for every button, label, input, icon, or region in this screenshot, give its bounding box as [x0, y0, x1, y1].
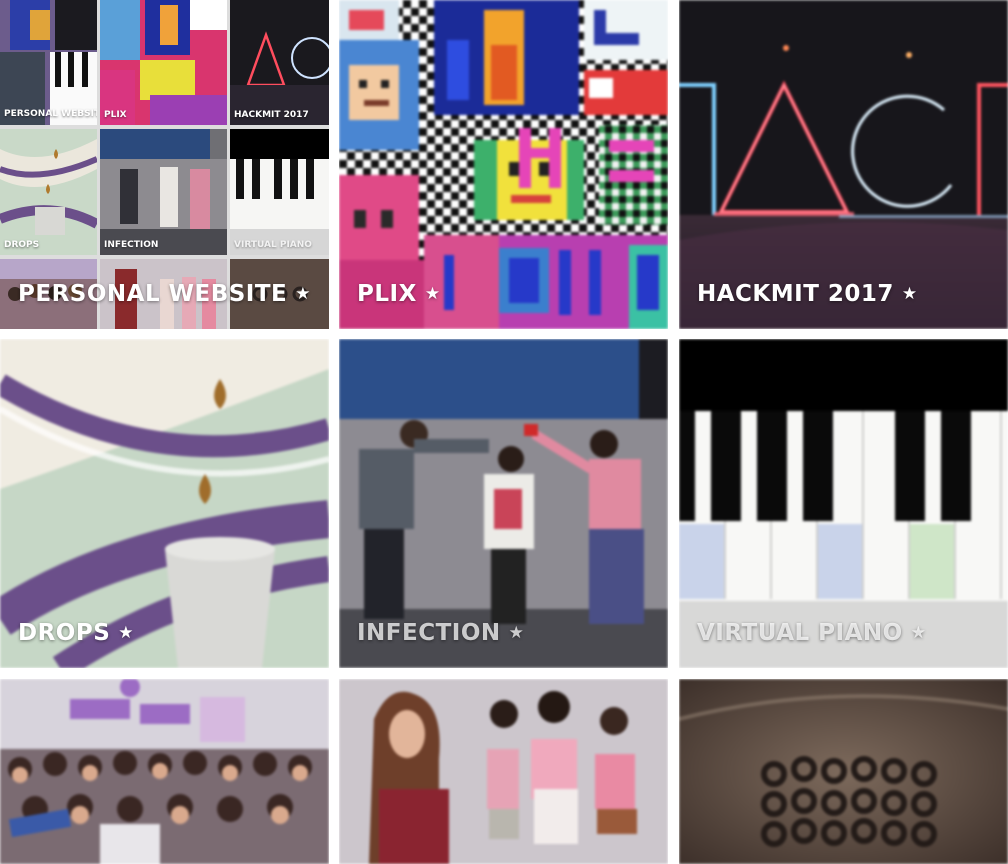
mini-tile-label: VIRTUAL PIANO: [234, 240, 312, 250]
plix-artwork: [339, 0, 668, 329]
project-tile-group-photo[interactable]: [0, 679, 329, 864]
project-title: HACKMIT 2017 ★: [697, 281, 918, 307]
project-title: PERSONAL WEBSITE ★: [18, 281, 311, 307]
project-grid: PERSONAL WEBSITE PLIX HACKMIT 2017 DROPS…: [0, 0, 1008, 864]
project-title-text: DROPS: [18, 620, 111, 646]
project-tile-portrait[interactable]: [339, 679, 668, 864]
mini-tile-label: PLIX: [104, 110, 127, 120]
mini-tile-label: HACKMIT 2017: [234, 110, 309, 120]
mini-tile-drops: DROPS: [0, 129, 97, 255]
project-title: PLIX ★: [357, 281, 441, 307]
project-title: INFECTION ★: [357, 620, 524, 646]
star-icon: ★: [901, 284, 918, 304]
star-icon: ★: [910, 623, 927, 643]
mini-tile-label: DROPS: [4, 240, 40, 250]
hackmit-artwork: [679, 0, 1008, 329]
project-title-text: HACKMIT 2017: [697, 281, 894, 307]
portrait-artwork: [339, 679, 668, 864]
project-tile-drops[interactable]: DROPS ★: [0, 339, 329, 668]
project-tile-bead-curtain[interactable]: [679, 679, 1008, 864]
project-tile-plix[interactable]: PLIX ★: [339, 0, 668, 329]
mini-tile-label: PERSONAL WEBSITE: [4, 109, 97, 119]
project-title-text: INFECTION: [357, 620, 501, 646]
project-tile-infection[interactable]: INFECTION ★: [339, 339, 668, 668]
mini-tile-label: INFECTION: [104, 240, 159, 250]
project-title-text: PLIX: [357, 281, 417, 307]
project-title: VIRTUAL PIANO ★: [697, 620, 926, 646]
star-icon: ★: [118, 623, 135, 643]
virtual-piano-artwork: [679, 339, 1008, 668]
mini-tile-personal-website: PERSONAL WEBSITE: [0, 0, 97, 125]
project-tile-virtual-piano[interactable]: VIRTUAL PIANO ★: [679, 339, 1008, 668]
star-icon: ★: [424, 284, 441, 304]
star-icon: ★: [295, 284, 311, 304]
mini-tile-infection: INFECTION: [100, 129, 227, 255]
project-title: DROPS ★: [18, 620, 134, 646]
project-title-text: PERSONAL WEBSITE: [18, 281, 288, 307]
infection-artwork: [339, 339, 668, 668]
mini-tile-hackmit: HACKMIT 2017: [230, 0, 329, 125]
project-tile-hackmit-2017[interactable]: HACKMIT 2017 ★: [679, 0, 1008, 329]
mini-tile-virtual-piano: VIRTUAL PIANO: [230, 129, 329, 255]
group-photo-artwork: [0, 679, 329, 864]
bead-curtain-artwork: [679, 679, 1008, 864]
star-icon: ★: [508, 623, 525, 643]
project-tile-personal-website[interactable]: PERSONAL WEBSITE PLIX HACKMIT 2017 DROPS…: [0, 0, 329, 329]
mini-tile-plix: PLIX: [100, 0, 227, 125]
drops-artwork: [0, 339, 329, 668]
project-title-text: VIRTUAL PIANO: [697, 620, 903, 646]
